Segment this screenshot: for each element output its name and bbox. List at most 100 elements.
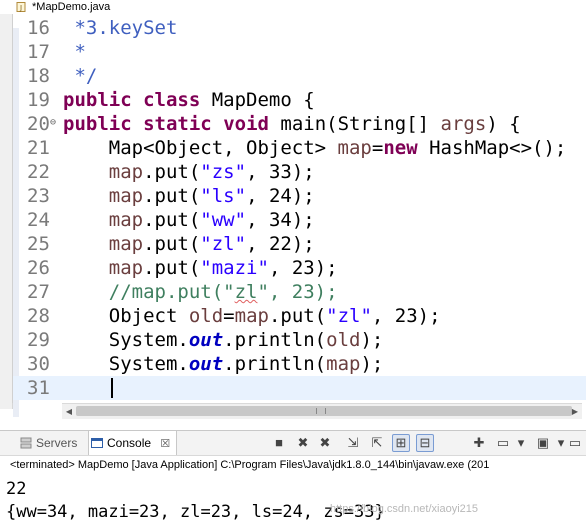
tab-servers[interactable]: Servers: [18, 431, 77, 455]
code-line[interactable]: 26 map.put("mazi", 23);: [13, 256, 586, 280]
code-line[interactable]: 21 Map<Object, Object> map=new HashMap<>…: [13, 136, 586, 160]
code-line[interactable]: 18 */: [13, 64, 586, 88]
code-text: map.put("mazi", 23);: [63, 256, 338, 280]
code-token: "zl": [200, 233, 247, 255]
code-text: public static void main(String[] args) {: [63, 112, 521, 136]
code-token: static: [143, 113, 212, 135]
code-token: *3.keySet: [63, 17, 178, 39]
code-token: , 24);: [246, 185, 315, 207]
word-wrap-icon[interactable]: ⊞: [392, 434, 410, 452]
code-line[interactable]: 30 System.out.println(map);: [13, 352, 586, 376]
code-token: , 23);: [268, 257, 338, 279]
code-token: , 23);: [371, 305, 441, 327]
line-number: 27: [27, 281, 50, 303]
code-token: map: [108, 185, 144, 207]
editor-tab-mapdemo[interactable]: J *MapDemo.java: [12, 0, 117, 14]
code-token: .println(: [223, 353, 327, 375]
code-line[interactable]: 27 //map.put("zl", 23);: [13, 280, 586, 304]
line-number: 30: [27, 353, 50, 375]
code-text: System.out.println(map);: [63, 352, 384, 376]
code-token: //map.put(": [63, 281, 235, 303]
code-token: "ls": [200, 185, 247, 207]
code-line[interactable]: 22 map.put("zs", 33);: [13, 160, 586, 184]
fold-collapse-icon[interactable]: ⊖: [50, 117, 56, 129]
code-token: =: [371, 137, 384, 159]
editor-tab-title: *MapDemo.java: [32, 1, 111, 13]
display-console-icon[interactable]: ▭: [494, 434, 512, 452]
editor-horizontal-scrollbar[interactable]: ◀ ▶: [62, 403, 582, 419]
close-icon[interactable]: ☒: [160, 438, 170, 450]
code-token: map: [337, 137, 372, 159]
console-output-line: 22: [6, 479, 27, 499]
code-token: );: [360, 329, 384, 351]
scroll-right-arrow-icon[interactable]: ▶: [569, 406, 581, 417]
code-token: old: [188, 305, 224, 327]
editor-tab-bar: J *MapDemo.java: [0, 0, 586, 14]
scroll-left-arrow-icon[interactable]: ◀: [63, 406, 75, 417]
line-number: 31: [27, 377, 50, 399]
code-token: main(String[]: [268, 113, 441, 135]
code-token: map: [108, 257, 144, 279]
code-token: void: [223, 113, 269, 135]
code-token: .put(: [143, 209, 201, 231]
code-token: Object: [63, 305, 189, 327]
show-on-output-icon[interactable]: ⊟: [416, 434, 434, 452]
line-number: 23: [27, 185, 50, 207]
code-line[interactable]: 23 map.put("ls", 24);: [13, 184, 586, 208]
code-token: ) {: [486, 113, 521, 135]
code-token: "ww": [200, 209, 247, 231]
code-line[interactable]: 24 map.put("ww", 34);: [13, 208, 586, 232]
open-console-icon[interactable]: ▣: [534, 434, 552, 452]
code-token: Map<Object, Object>: [63, 137, 338, 159]
code-token: args: [440, 113, 487, 135]
code-line[interactable]: 16 *3.keySet: [13, 16, 586, 40]
scroll-lock-icon[interactable]: ⇱: [368, 434, 386, 452]
console-icon: [91, 438, 103, 448]
scrollbar-thumb[interactable]: [76, 406, 572, 416]
code-text: map.put("zl", 22);: [63, 232, 315, 256]
tab-console[interactable]: Console ☒: [88, 431, 178, 455]
remove-all-icon[interactable]: ✖: [316, 434, 334, 452]
code-editor[interactable]: 16 *3.keySet 17 * 18 */19 public class MapD…: [12, 14, 586, 417]
text-caret: [111, 378, 113, 398]
code-text: map.put("ls", 24);: [63, 184, 315, 208]
code-token: map: [234, 305, 269, 327]
process-status-line: <terminated> MapDemo [Java Application] …: [10, 459, 490, 471]
svg-text:J: J: [19, 4, 22, 12]
terminate-icon[interactable]: ■: [270, 434, 288, 452]
code-line[interactable]: 28 Object old=map.put("zl", 23);: [13, 304, 586, 328]
code-line[interactable]: 25 map.put("zl", 22);: [13, 232, 586, 256]
code-line[interactable]: 31: [13, 376, 586, 400]
remove-launch-icon[interactable]: ✖: [294, 434, 312, 452]
code-token: , 33);: [246, 161, 315, 183]
line-number: 20: [27, 113, 50, 135]
code-line[interactable]: 29 System.out.println(old);: [13, 328, 586, 352]
clear-console-icon[interactable]: ⇲: [344, 434, 362, 452]
code-line[interactable]: 20 ⊖ public static void main(String[] args…: [13, 112, 586, 136]
code-token: ", 23);: [257, 281, 338, 303]
line-number: 18: [27, 65, 50, 87]
code-text: map.put("ww", 34);: [63, 208, 315, 232]
code-token: map: [108, 209, 144, 231]
code-token: */: [63, 65, 98, 87]
line-number: 25: [27, 233, 50, 255]
code-line[interactable]: 17 *: [13, 40, 586, 64]
line-number: 24: [27, 209, 50, 231]
code-token: System.: [63, 353, 189, 375]
code-text: */: [63, 64, 97, 88]
code-token: old: [326, 329, 361, 351]
minimize-icon[interactable]: ▭: [566, 434, 584, 452]
code-text: //map.put("zl", 23);: [63, 280, 338, 304]
code-token: System.: [63, 329, 189, 351]
display-dropdown-icon[interactable]: ▾: [512, 434, 530, 452]
code-text: Object old=map.put("zl", 23);: [63, 304, 441, 328]
pin-console-icon[interactable]: ✚: [470, 434, 488, 452]
code-line[interactable]: 19 public class MapDemo {: [13, 88, 586, 112]
code-token: HashMap<>();: [417, 137, 567, 159]
code-token: new: [383, 137, 418, 159]
